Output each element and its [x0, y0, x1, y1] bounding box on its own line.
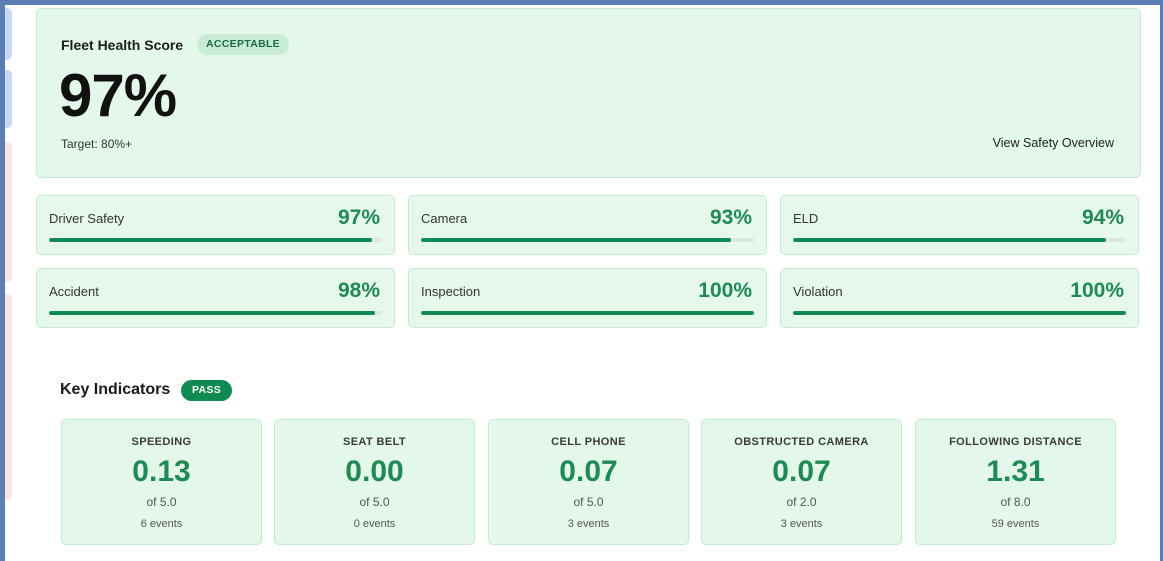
metric-label: Inspection	[421, 284, 481, 299]
side-tab[interactable]	[5, 8, 12, 60]
metric-card-accident[interactable]: Accident 98%	[36, 268, 395, 328]
indicator-threshold: of 2.0	[786, 495, 817, 509]
indicator-label: FOLLOWING DISTANCE	[949, 436, 1082, 448]
metric-label: Driver Safety	[49, 211, 125, 226]
fleet-health-target: Target: 80%+	[61, 137, 133, 151]
metric-card-camera[interactable]: Camera 93%	[408, 195, 767, 255]
indicator-events: 3 events	[567, 518, 610, 530]
key-indicators-title: Key Indicators	[60, 381, 171, 398]
metric-progress-bar	[421, 311, 754, 315]
metric-progress-bar	[49, 311, 382, 315]
indicator-card-obstructed-camera[interactable]: OBSTRUCTED CAMERA 0.07 of 2.0 3 events	[701, 419, 902, 545]
indicator-events: 6 events	[140, 518, 183, 530]
metric-progress-fill	[421, 311, 754, 315]
metric-progress-fill	[793, 238, 1107, 242]
metric-value: 98%	[337, 279, 380, 302]
metric-progress-fill	[421, 238, 731, 242]
indicator-card-seat-belt[interactable]: SEAT BELT 0.00 of 5.0 0 events	[274, 419, 475, 545]
indicator-label: CELL PHONE	[551, 436, 626, 448]
indicator-value: 1.31	[986, 455, 1045, 488]
metric-progress-fill	[793, 311, 1126, 315]
side-tab[interactable]	[5, 294, 12, 500]
indicator-card-speeding[interactable]: SPEEDING 0.13 of 5.0 6 events	[61, 419, 262, 545]
indicator-events: 3 events	[780, 518, 823, 530]
pass-badge: PASS	[181, 380, 233, 401]
metric-progress-fill	[49, 238, 372, 242]
fleet-health-title: Fleet Health Score	[61, 37, 184, 53]
indicator-label: SEAT BELT	[342, 436, 407, 448]
metric-progress-bar	[793, 238, 1126, 242]
metric-card-violation[interactable]: Violation 100%	[780, 268, 1139, 328]
indicator-threshold: of 5.0	[573, 495, 604, 509]
indicator-card-following-distance[interactable]: FOLLOWING DISTANCE 1.31 of 8.0 59 events	[915, 419, 1116, 545]
indicator-value: 0.07	[772, 455, 831, 488]
indicator-label: OBSTRUCTED CAMERA	[734, 436, 869, 448]
view-safety-overview-link[interactable]: View Safety Overview	[993, 136, 1114, 150]
metric-progress-bar	[49, 238, 382, 242]
metric-progress-bar	[793, 311, 1126, 315]
indicator-threshold: of 8.0	[1000, 495, 1031, 509]
fleet-health-score: 97%	[59, 62, 177, 129]
metric-card-driver-safety[interactable]: Driver Safety 97%	[36, 195, 395, 255]
metric-value: 94%	[1081, 206, 1124, 229]
window-frame-top	[0, 0, 1163, 5]
metric-value: 93%	[709, 206, 752, 229]
metric-value: 100%	[1070, 279, 1124, 302]
indicator-card-cell-phone[interactable]: CELL PHONE 0.07 of 5.0 3 events	[488, 419, 689, 545]
indicator-threshold: of 5.0	[146, 495, 177, 509]
indicator-events: 0 events	[353, 518, 396, 530]
side-tab[interactable]	[5, 70, 12, 128]
metric-progress-bar	[421, 238, 754, 242]
indicator-value: 0.00	[345, 455, 404, 488]
metric-label: Accident	[49, 284, 99, 299]
side-tab[interactable]	[5, 142, 12, 282]
indicator-threshold: of 5.0	[359, 495, 390, 509]
fleet-health-card: Fleet Health Score ACCEPTABLE 97% Target…	[36, 8, 1141, 178]
metric-label: Camera	[421, 211, 468, 226]
metric-progress-fill	[49, 311, 376, 315]
metric-value: 100%	[698, 279, 752, 302]
indicator-value: 0.07	[559, 455, 618, 488]
status-badge: ACCEPTABLE	[197, 34, 289, 55]
metric-card-inspection[interactable]: Inspection 100%	[408, 268, 767, 328]
indicator-events: 59 events	[991, 518, 1040, 530]
metric-label: ELD	[793, 211, 819, 226]
metric-card-eld[interactable]: ELD 94%	[780, 195, 1139, 255]
metric-label: Violation	[793, 284, 843, 299]
metric-value: 97%	[337, 206, 380, 229]
indicator-label: SPEEDING	[131, 436, 192, 448]
indicator-value: 0.13	[132, 455, 191, 488]
